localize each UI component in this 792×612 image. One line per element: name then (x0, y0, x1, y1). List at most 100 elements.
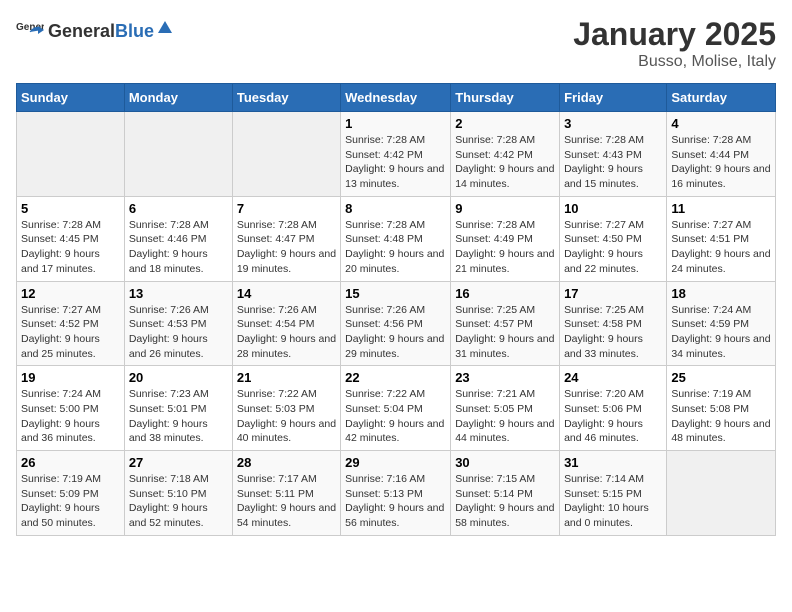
day-number: 2 (455, 116, 555, 131)
day-info: Sunrise: 7:27 AM Sunset: 4:52 PM Dayligh… (21, 303, 120, 362)
calendar-day-cell (667, 451, 776, 536)
title-area: January 2025 Busso, Molise, Italy (573, 16, 776, 71)
day-info: Sunrise: 7:26 AM Sunset: 4:54 PM Dayligh… (237, 303, 336, 362)
calendar-day-cell: 20Sunrise: 7:23 AM Sunset: 5:01 PM Dayli… (124, 366, 232, 451)
calendar-day-cell: 19 Sunrise: 7:24 AM Sunset: 5:00 PM Dayli… (17, 366, 125, 451)
calendar-table: SundayMondayTuesdayWednesdayThursdayFrid… (16, 83, 776, 536)
calendar-day-cell: 29 Sunrise: 7:16 AM Sunset: 5:13 PM Dayli… (341, 451, 451, 536)
header: General General Blue January 2025 Busso,… (16, 16, 776, 71)
day-info: Sunrise: 7:28 AM Sunset: 4:47 PM Dayligh… (237, 218, 336, 277)
day-number: 21 (237, 370, 336, 385)
day-info: Sunrise: 7:19 AM Sunset: 5:08 PM Dayligh… (671, 387, 771, 446)
calendar-day-cell: 31 Sunrise: 7:14 AM Sunset: 5:15 PM Dayli… (560, 451, 667, 536)
day-number: 1 (345, 116, 446, 131)
weekday-header-cell: Friday (560, 84, 667, 112)
calendar-day-cell: 1 Sunrise: 7:28 AM Sunset: 4:42 PM Daylig… (341, 112, 451, 197)
day-number: 26 (21, 455, 120, 470)
day-number: 29 (345, 455, 446, 470)
calendar-day-cell: 2 Sunrise: 7:28 AM Sunset: 4:42 PM Daylig… (451, 112, 560, 197)
day-number: 31 (564, 455, 662, 470)
day-number: 24 (564, 370, 662, 385)
calendar-day-cell: 27 Sunrise: 7:18 AM Sunset: 5:10 PM Dayli… (124, 451, 232, 536)
day-info: Sunrise: 7:26 AM Sunset: 4:56 PM Dayligh… (345, 303, 446, 362)
day-number: 19 (21, 370, 120, 385)
calendar-body: 1 Sunrise: 7:28 AM Sunset: 4:42 PM Daylig… (17, 112, 776, 536)
day-info: Sunrise: 7:28 AM Sunset: 4:48 PM Dayligh… (345, 218, 446, 277)
day-number: 28 (237, 455, 336, 470)
logo-general-text: General (48, 21, 115, 42)
day-number: 16 (455, 286, 555, 301)
calendar-day-cell: 12 Sunrise: 7:27 AM Sunset: 4:52 PM Dayli… (17, 281, 125, 366)
day-info: Sunrise: 7:28 AM Sunset: 4:45 PM Dayligh… (21, 218, 120, 277)
calendar-day-cell: 13 Sunrise: 7:26 AM Sunset: 4:53 PM Dayli… (124, 281, 232, 366)
day-number: 13 (129, 286, 228, 301)
day-number: 22 (345, 370, 446, 385)
weekday-header-cell: Monday (124, 84, 232, 112)
calendar-day-cell: 15 Sunrise: 7:26 AM Sunset: 4:56 PM Dayli… (341, 281, 451, 366)
day-number: 12 (21, 286, 120, 301)
weekday-header-cell: Tuesday (232, 84, 340, 112)
calendar-week-row: 19 Sunrise: 7:24 AM Sunset: 5:00 PM Dayli… (17, 366, 776, 451)
day-number: 15 (345, 286, 446, 301)
day-info: Sunrise: 7:28 AM Sunset: 4:46 PM Dayligh… (129, 218, 228, 277)
calendar-day-cell (124, 112, 232, 197)
weekday-header-cell: Sunday (17, 84, 125, 112)
calendar-day-cell: 25 Sunrise: 7:19 AM Sunset: 5:08 PM Dayli… (667, 366, 776, 451)
day-info: Sunrise: 7:28 AM Sunset: 4:42 PM Dayligh… (345, 133, 446, 192)
calendar-day-cell: 26 Sunrise: 7:19 AM Sunset: 5:09 PM Dayli… (17, 451, 125, 536)
day-info: Sunrise: 7:22 AM Sunset: 5:03 PM Dayligh… (237, 387, 336, 446)
day-info: Sunrise: 7:28 AM Sunset: 4:42 PM Dayligh… (455, 133, 555, 192)
calendar-day-cell: 21 Sunrise: 7:22 AM Sunset: 5:03 PM Dayli… (232, 366, 340, 451)
calendar-day-cell: 14 Sunrise: 7:26 AM Sunset: 4:54 PM Dayli… (232, 281, 340, 366)
day-info: Sunrise: 7:21 AM Sunset: 5:05 PM Dayligh… (455, 387, 555, 446)
day-info: Sunrise: 7:15 AM Sunset: 5:14 PM Dayligh… (455, 472, 555, 531)
weekday-header-row: SundayMondayTuesdayWednesdayThursdayFrid… (17, 84, 776, 112)
day-info: Sunrise: 7:22 AM Sunset: 5:04 PM Dayligh… (345, 387, 446, 446)
day-info: Sunrise: 7:19 AM Sunset: 5:09 PM Dayligh… (21, 472, 120, 531)
day-info: Sunrise: 7:16 AM Sunset: 5:13 PM Dayligh… (345, 472, 446, 531)
day-info: Sunrise: 7:17 AM Sunset: 5:11 PM Dayligh… (237, 472, 336, 531)
logo: General General Blue (16, 16, 174, 44)
day-number: 11 (671, 201, 771, 216)
calendar-week-row: 5 Sunrise: 7:28 AM Sunset: 4:45 PM Daylig… (17, 196, 776, 281)
calendar-day-cell: 9Sunrise: 7:28 AM Sunset: 4:49 PM Daylig… (451, 196, 560, 281)
calendar-week-row: 12 Sunrise: 7:27 AM Sunset: 4:52 PM Dayli… (17, 281, 776, 366)
calendar-day-cell: 17Sunrise: 7:25 AM Sunset: 4:58 PM Dayli… (560, 281, 667, 366)
calendar-day-cell: 23 Sunrise: 7:21 AM Sunset: 5:05 PM Dayli… (451, 366, 560, 451)
day-info: Sunrise: 7:18 AM Sunset: 5:10 PM Dayligh… (129, 472, 228, 531)
calendar-week-row: 1 Sunrise: 7:28 AM Sunset: 4:42 PM Daylig… (17, 112, 776, 197)
day-info: Sunrise: 7:24 AM Sunset: 4:59 PM Dayligh… (671, 303, 771, 362)
calendar-day-cell: 22 Sunrise: 7:22 AM Sunset: 5:04 PM Dayli… (341, 366, 451, 451)
calendar-day-cell: 24 Sunrise: 7:20 AM Sunset: 5:06 PM Dayli… (560, 366, 667, 451)
calendar-day-cell: 16 Sunrise: 7:25 AM Sunset: 4:57 PM Dayli… (451, 281, 560, 366)
day-number: 27 (129, 455, 228, 470)
day-number: 25 (671, 370, 771, 385)
day-info: Sunrise: 7:28 AM Sunset: 4:43 PM Dayligh… (564, 133, 662, 192)
weekday-header-cell: Wednesday (341, 84, 451, 112)
day-info: Sunrise: 7:25 AM Sunset: 4:57 PM Dayligh… (455, 303, 555, 362)
day-number: 18 (671, 286, 771, 301)
day-info: Sunrise: 7:14 AM Sunset: 5:15 PM Dayligh… (564, 472, 662, 531)
calendar-day-cell (232, 112, 340, 197)
day-number: 5 (21, 201, 120, 216)
day-info: Sunrise: 7:24 AM Sunset: 5:00 PM Dayligh… (21, 387, 120, 446)
calendar-day-cell: 7 Sunrise: 7:28 AM Sunset: 4:47 PM Daylig… (232, 196, 340, 281)
day-info: Sunrise: 7:20 AM Sunset: 5:06 PM Dayligh… (564, 387, 662, 446)
day-info: Sunrise: 7:27 AM Sunset: 4:51 PM Dayligh… (671, 218, 771, 277)
calendar-day-cell: 3 Sunrise: 7:28 AM Sunset: 4:43 PM Daylig… (560, 112, 667, 197)
calendar-day-cell: 4Sunrise: 7:28 AM Sunset: 4:44 PM Daylig… (667, 112, 776, 197)
day-number: 14 (237, 286, 336, 301)
calendar-day-cell: 5 Sunrise: 7:28 AM Sunset: 4:45 PM Daylig… (17, 196, 125, 281)
day-number: 7 (237, 201, 336, 216)
weekday-header-cell: Thursday (451, 84, 560, 112)
day-number: 17 (564, 286, 662, 301)
month-title: January 2025 (573, 16, 776, 53)
day-info: Sunrise: 7:23 AM Sunset: 5:01 PM Dayligh… (129, 387, 228, 446)
day-number: 9 (455, 201, 555, 216)
day-number: 3 (564, 116, 662, 131)
logo-blue-text: Blue (115, 21, 154, 42)
day-info: Sunrise: 7:28 AM Sunset: 4:44 PM Dayligh… (671, 133, 771, 192)
day-number: 23 (455, 370, 555, 385)
day-info: Sunrise: 7:26 AM Sunset: 4:53 PM Dayligh… (129, 303, 228, 362)
logo-icon: General (16, 16, 44, 44)
